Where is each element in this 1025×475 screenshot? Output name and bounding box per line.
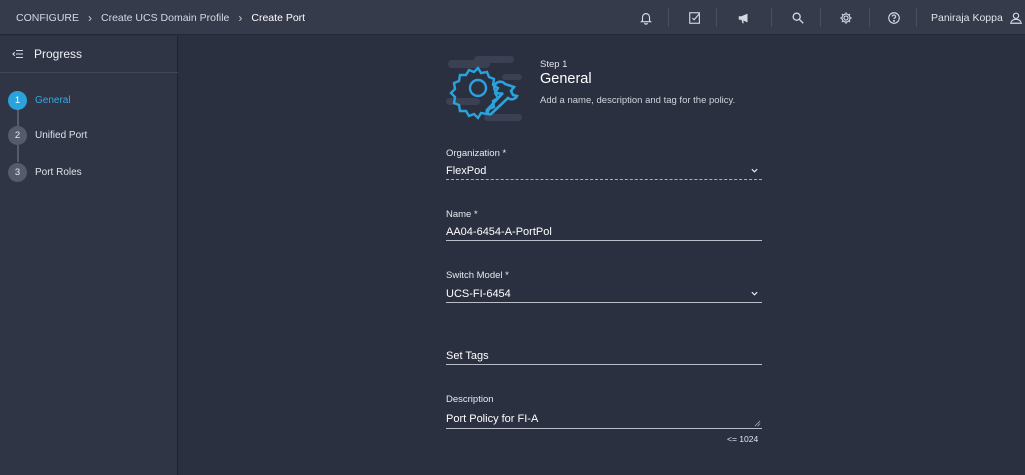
separator	[771, 8, 772, 27]
description-label: Description	[446, 394, 494, 405]
task-check-icon[interactable]	[685, 8, 704, 27]
organization-value: FlexPod	[446, 164, 487, 177]
breadcrumb: CONFIGURE › Create UCS Domain Profile › …	[16, 0, 305, 35]
breadcrumb-separator-icon: ›	[238, 10, 243, 25]
description-textarea[interactable]: Port Policy for FI-A	[446, 409, 762, 429]
chevron-down-icon	[751, 168, 758, 173]
step-general[interactable]: 1 General	[8, 90, 173, 110]
chevron-down-icon	[751, 291, 758, 296]
breadcrumb-domain-profile[interactable]: Create UCS Domain Profile	[101, 12, 229, 24]
progress-header: Progress	[0, 36, 178, 73]
step-label: Unified Port	[35, 129, 88, 141]
separator	[820, 8, 821, 27]
set-tags-placeholder: Set Tags	[446, 349, 489, 362]
switch-model-select[interactable]: UCS-FI-6454	[446, 285, 762, 303]
resize-handle-icon[interactable]	[754, 420, 761, 427]
search-icon[interactable]	[788, 8, 807, 27]
step-number: 3	[8, 162, 27, 182]
breadcrumb-configure[interactable]: CONFIGURE	[16, 12, 79, 24]
name-input[interactable]: AA04-6454-A-PortPol	[446, 223, 762, 241]
step-label: General	[35, 94, 71, 106]
step-port-roles[interactable]: 3 Port Roles	[8, 162, 173, 182]
step-unified-port[interactable]: 2 Unified Port	[8, 125, 173, 145]
separator	[916, 8, 917, 27]
character-limit: <= 1024	[727, 434, 759, 444]
description-value: Port Policy for FI-A	[446, 412, 539, 425]
top-bar: CONFIGURE › Create UCS Domain Profile › …	[0, 0, 1025, 35]
collapse-menu-icon[interactable]	[12, 48, 24, 60]
switch-model-label: Switch Model *	[446, 270, 509, 281]
progress-sidebar: Progress 1 General 2 Unified Port 3 Port…	[0, 36, 178, 475]
breadcrumb-current: Create Port	[251, 11, 306, 24]
name-value: AA04-6454-A-PortPol	[446, 225, 552, 238]
step-number: 1	[8, 90, 27, 110]
organization-label: Organization *	[446, 148, 507, 159]
gear-wrench-illustration-icon	[446, 56, 522, 121]
name-label: Name *	[446, 209, 478, 220]
user-menu[interactable]: Paniraja Koppa	[931, 0, 1023, 35]
user-icon	[1009, 12, 1022, 24]
step-number: 2	[8, 125, 27, 145]
separator	[668, 8, 669, 27]
page-title: General	[540, 71, 592, 87]
step-number-label: Step 1	[540, 59, 568, 70]
announcement-icon[interactable]	[734, 8, 753, 27]
switch-model-value: UCS-FI-6454	[446, 287, 511, 300]
set-tags-input[interactable]: Set Tags	[446, 347, 762, 365]
page-description: Add a name, description and tag for the …	[540, 95, 736, 106]
step-label: Port Roles	[35, 166, 82, 178]
user-name: Paniraja Koppa	[931, 11, 1003, 24]
progress-title: Progress	[34, 47, 83, 61]
bell-icon[interactable]	[636, 8, 655, 27]
separator	[716, 8, 717, 27]
step-connector	[17, 145, 19, 162]
organization-select[interactable]: FlexPod	[446, 162, 762, 180]
help-icon[interactable]	[884, 8, 903, 27]
gear-icon[interactable]	[836, 8, 855, 27]
separator	[869, 8, 870, 27]
breadcrumb-separator-icon: ›	[88, 10, 92, 25]
step-connector	[17, 109, 19, 126]
